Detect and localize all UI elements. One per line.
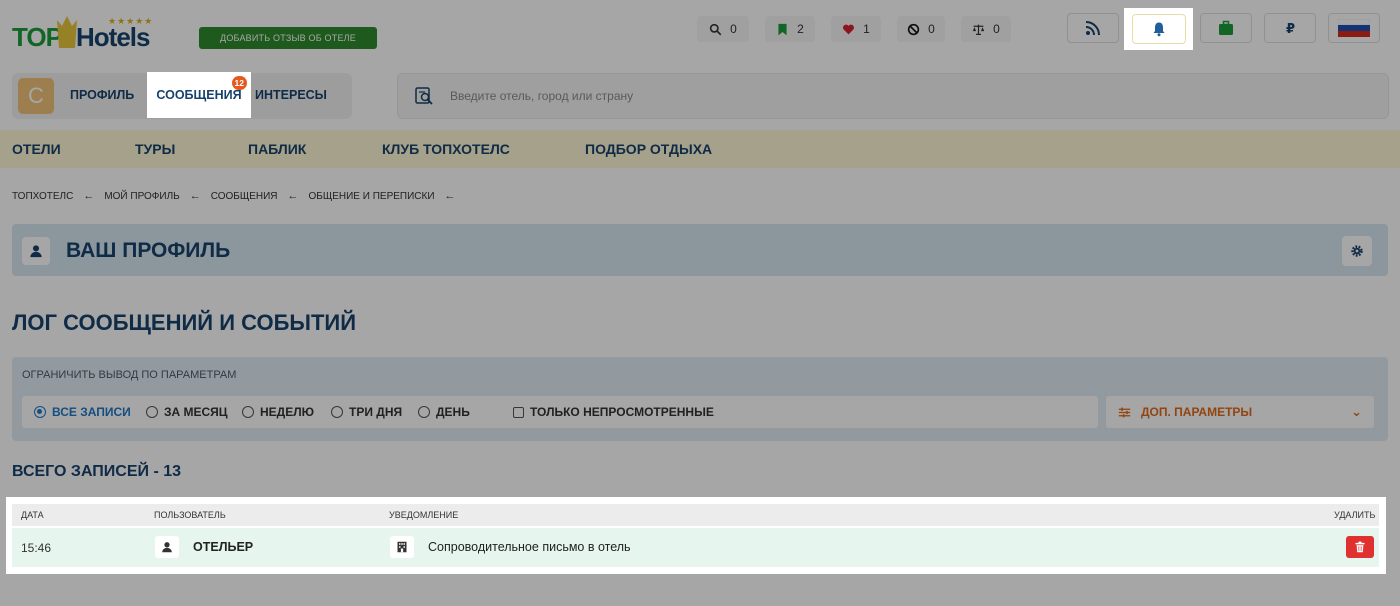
blocked-counter-value: 0: [928, 22, 935, 36]
radio-label: Три дня: [349, 405, 403, 419]
compare-counter[interactable]: 0: [961, 16, 1011, 42]
radio-all-records[interactable]: Все записи: [34, 405, 131, 419]
radio-label: Все записи: [52, 405, 131, 419]
breadcrumb-item[interactable]: Мой профиль: [104, 191, 179, 202]
messages-count-badge: 12: [231, 76, 247, 90]
blocked-counter[interactable]: 0: [897, 16, 945, 42]
search-icon: [709, 23, 722, 35]
svg-text:₽: ₽: [1286, 22, 1295, 36]
log-table: Дата Пользователь Уведомление Удалить 15…: [6, 497, 1386, 574]
search-doc-icon: [415, 87, 433, 105]
user-icon: [22, 237, 50, 265]
ruble-icon: ₽: [1286, 22, 1295, 36]
arrow-left-icon: ←: [189, 190, 201, 202]
avatar[interactable]: C: [18, 78, 54, 114]
compare-counter-value: 0: [993, 22, 1000, 36]
breadcrumb-item[interactable]: Сообщения: [211, 191, 278, 202]
crown-icon: [57, 16, 77, 48]
favorites-counter-value: 1: [863, 22, 870, 36]
checkbox-box: [513, 406, 524, 418]
add-review-button[interactable]: Добавить отзыв об отеле: [199, 27, 377, 49]
row-user[interactable]: Отельер: [193, 540, 253, 554]
suitcase-icon: [1219, 20, 1233, 35]
gear-icon: [1351, 245, 1363, 257]
checkbox-label: Только непросмотренные: [530, 405, 714, 419]
search-counter-value: 0: [730, 22, 737, 36]
extra-params-label: Доп. параметры: [1141, 405, 1253, 419]
tab-messages[interactable]: Сообщения 12: [147, 72, 251, 118]
currency-button[interactable]: ₽: [1264, 13, 1316, 43]
arrow-left-icon: ←: [444, 190, 456, 202]
row-notification[interactable]: Сопроводительное письмо в отель: [428, 540, 631, 554]
scales-icon: [972, 24, 985, 35]
rss-button[interactable]: [1067, 13, 1119, 43]
radio-label: День: [436, 405, 470, 419]
suitcase-button[interactable]: [1200, 13, 1252, 43]
radio-label: Неделю: [260, 405, 315, 419]
ban-icon: [907, 23, 920, 35]
radio-month[interactable]: За месяц: [146, 405, 228, 419]
search-counter[interactable]: 0: [697, 16, 749, 42]
logo[interactable]: TOP Hotels ★★★★★: [12, 10, 152, 54]
bookmark-counter-value: 2: [797, 22, 804, 36]
nav-club[interactable]: Клуб ТопХотелс: [382, 141, 510, 157]
nav-hotels[interactable]: Отели: [12, 141, 61, 157]
radio-label: За месяц: [164, 405, 228, 419]
notifications-button[interactable]: [1124, 8, 1193, 50]
radio-week[interactable]: Неделю: [242, 405, 314, 419]
logo-stars: ★★★★★: [108, 16, 154, 26]
logo-top-text: TOP: [12, 22, 63, 52]
avatar-letter: C: [28, 83, 44, 108]
table-header: Дата Пользователь Уведомление Удалить: [12, 504, 1379, 526]
favorites-counter[interactable]: 1: [831, 16, 881, 42]
tab-messages-label: Сообщения: [156, 88, 242, 102]
bookmark-counter[interactable]: 2: [765, 16, 815, 42]
column-header-user: Пользователь: [154, 510, 226, 520]
heart-icon: [843, 24, 855, 34]
chevron-down-icon: ⌄: [1351, 404, 1362, 419]
arrow-left-icon: ←: [83, 190, 95, 202]
page-title: Ваш профиль: [66, 239, 231, 262]
nav-public[interactable]: Паблик: [248, 141, 306, 157]
rss-icon: [1085, 21, 1100, 36]
radio-dot: [34, 406, 46, 418]
nav-vacation-selection[interactable]: Подбор отдыха: [585, 141, 712, 157]
tab-interests[interactable]: Интересы: [255, 88, 327, 102]
nav-tours[interactable]: Туры: [135, 141, 175, 157]
radio-dot: [242, 406, 254, 418]
sliders-icon: [1118, 407, 1131, 417]
column-header-date: Дата: [21, 510, 44, 520]
user-icon: [155, 536, 179, 558]
breadcrumb-item[interactable]: ТопХотелс: [12, 191, 73, 202]
breadcrumb: ТопХотелс ← Мой профиль ← Сообщения ← Общен…: [12, 190, 456, 202]
radio-day[interactable]: День: [418, 405, 470, 419]
trash-icon: [1355, 541, 1365, 553]
log-title: Лог сообщений и событий: [12, 310, 357, 335]
tab-profile[interactable]: Профиль: [70, 88, 134, 102]
radio-dot: [331, 406, 343, 418]
radio-dot: [146, 406, 158, 418]
radio-dot: [418, 406, 430, 418]
bell-icon: [1153, 22, 1164, 37]
bookmark-icon: [778, 23, 787, 35]
table-row[interactable]: 15:46 Отельер Сопроводительное письмо в …: [12, 528, 1379, 567]
unviewed-only-checkbox[interactable]: Только непросмотренные: [513, 405, 714, 419]
total-records: Всего записей - 13: [12, 463, 182, 480]
column-header-notification: Уведомление: [389, 510, 459, 520]
arrow-left-icon: ←: [287, 190, 299, 202]
extra-params-dropdown[interactable]: Доп. параметры ⌄: [1106, 396, 1374, 428]
radio-three-days[interactable]: Три дня: [331, 405, 402, 419]
search-input[interactable]: [450, 86, 1150, 106]
column-header-delete: Удалить: [1334, 510, 1376, 520]
row-time: 15:46: [21, 541, 52, 555]
delete-button[interactable]: [1346, 536, 1374, 558]
filter-label: Ограничить вывод по параметрам: [22, 369, 237, 381]
hotel-building-icon: [390, 536, 414, 558]
breadcrumb-item[interactable]: Общение и переписки: [309, 191, 435, 202]
settings-button[interactable]: [1342, 236, 1372, 266]
language-button[interactable]: [1328, 13, 1380, 43]
flag-russia-icon: [1338, 19, 1370, 37]
